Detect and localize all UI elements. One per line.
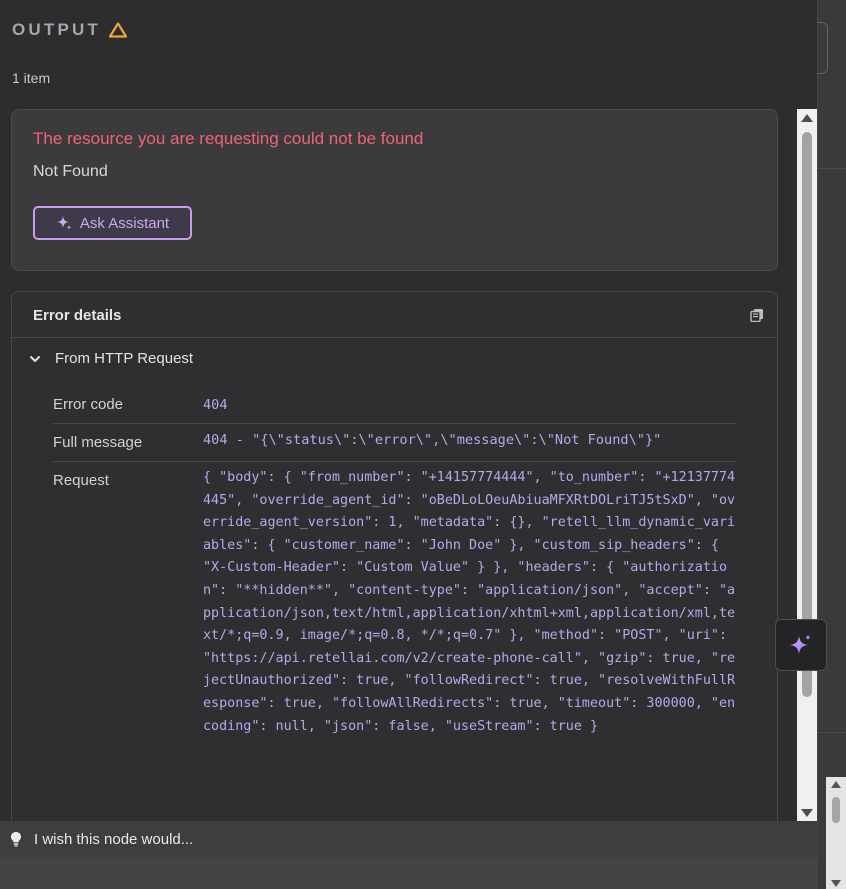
ask-assistant-label: Ask Assistant xyxy=(79,214,170,232)
copy-icon[interactable] xyxy=(750,308,764,322)
feedback-text: I wish this node would... xyxy=(34,830,194,848)
full-message-row: Full message 404 - "{\"status\":\"error\… xyxy=(53,432,737,462)
chevron-down-icon xyxy=(30,355,40,362)
output-title: OUTPUT xyxy=(12,20,102,39)
feedback-prompt[interactable]: I wish this node would... xyxy=(0,821,817,857)
sparkle-icon xyxy=(790,634,811,654)
adjacent-panel-divider xyxy=(818,168,846,169)
request-row: Request { "body": { "from_number": "+141… xyxy=(53,470,737,812)
warning-triangle-icon xyxy=(109,22,128,38)
http-request-section-toggle[interactable]: From HTTP Request xyxy=(29,350,193,367)
error-code-row: Error code 404 xyxy=(53,396,737,424)
error-details-header: Error details xyxy=(12,292,777,338)
error-title: The resource you are requesting could no… xyxy=(33,129,424,148)
output-header: OUTPUT xyxy=(12,20,128,40)
full-message-label: Full message xyxy=(53,434,143,451)
sparkle-icon xyxy=(56,216,72,230)
scroll-up-arrow-icon[interactable] xyxy=(831,781,841,788)
full-message-value: 404 - "{\"status\":\"error\",\"message\"… xyxy=(203,432,662,448)
error-card: The resource you are requesting could no… xyxy=(11,109,778,271)
adjacent-panel-strip xyxy=(816,0,846,889)
ask-assistant-button[interactable]: Ask Assistant xyxy=(33,206,192,240)
scroll-down-arrow-icon[interactable] xyxy=(831,880,841,887)
floating-assistant-button[interactable] xyxy=(775,619,827,671)
adjacent-scrollbar[interactable] xyxy=(826,777,846,889)
error-subtitle: Not Found xyxy=(33,163,108,180)
output-panel: OUTPUT 1 item The resource you are reque… xyxy=(0,0,817,889)
error-details-title: Error details xyxy=(33,307,122,324)
scrollbar-thumb[interactable] xyxy=(802,132,812,697)
error-code-value: 404 xyxy=(203,397,228,413)
feedback-footer: I wish this node would... xyxy=(0,821,817,889)
error-code-label: Error code xyxy=(53,396,124,413)
scroll-up-arrow-icon[interactable] xyxy=(801,114,813,122)
request-value: { "body": { "from_number": "+14157774444… xyxy=(203,470,736,734)
error-details-card: Error details From HTTP Request Error co… xyxy=(11,291,778,831)
scroll-down-arrow-icon[interactable] xyxy=(801,809,813,817)
scrollbar-thumb[interactable] xyxy=(832,797,840,823)
adjacent-panel-input-edge xyxy=(816,22,828,74)
lightbulb-icon xyxy=(11,832,21,847)
output-scrollbar[interactable] xyxy=(797,109,817,821)
request-label: Request xyxy=(53,472,109,489)
section-label: From HTTP Request xyxy=(55,350,194,367)
adjacent-panel-divider xyxy=(818,732,846,733)
item-count: 1 item xyxy=(12,70,51,86)
